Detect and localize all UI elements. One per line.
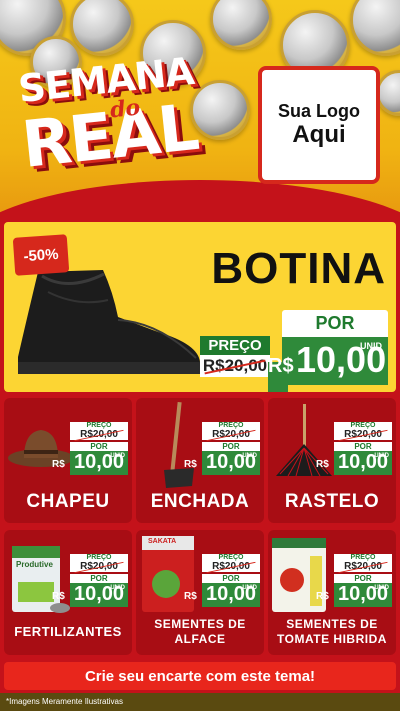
price-tag: PREÇO R$20,00 POR R$ 10,00 UNID — [52, 554, 128, 607]
price-tag: PREÇO R$20,00 POR R$ 10,00 UNID — [52, 422, 128, 475]
unit-label: UNID — [374, 453, 389, 459]
fertilizer-bag-image — [12, 546, 70, 613]
product-card-fertilizantes[interactable]: Produtive PREÇO R$20,00 POR R$ 10,00 UNI… — [4, 530, 132, 655]
por-label: POR — [202, 574, 260, 583]
featured-new-price-tag: POR R$ 10,00 UNID — [268, 310, 388, 385]
product-name: ENCHADA — [150, 491, 250, 512]
old-price: R$20,00 — [202, 429, 260, 440]
hero-bottom-curve — [0, 180, 400, 215]
unit-label: UNID — [242, 453, 257, 459]
rake-image — [276, 404, 332, 477]
price-tag: PREÇO R$20,00 POR R$ 10,00 UNID — [184, 422, 260, 475]
product-name-line2: ALFACE — [174, 632, 226, 646]
por-label: POR — [334, 442, 392, 451]
price-tag: PREÇO R$20,00 POR R$ 10,00 UNID — [316, 422, 392, 475]
product-name-line1: SEMENTES DE — [154, 617, 246, 631]
currency-symbol: R$ — [52, 459, 65, 470]
new-price-box: R$ 10,00 UNID — [184, 583, 260, 607]
new-price-box: R$ 10,00 UNID — [316, 451, 392, 475]
footer-disclaimer: *Imagens Meramente Ilustrativas — [0, 693, 400, 711]
currency-symbol: R$ — [52, 591, 65, 602]
product-name-line1: SEMENTES DE — [286, 617, 378, 631]
featured-product-card[interactable]: -50% BOTINA PREÇO R$20,00 POR R$ 10,00 U… — [4, 222, 396, 392]
logo-placeholder[interactable]: Sua Logo Aqui — [258, 66, 380, 184]
product-card-chapeu[interactable]: PREÇO R$20,00 POR R$ 10,00 UNID CHAPEU — [4, 398, 132, 523]
price-tag: PREÇO R$20,00 POR R$ 10,00 UNID — [184, 554, 260, 607]
unit-label: UNID — [360, 341, 382, 351]
boot-image — [18, 270, 200, 374]
package-brand: Produtive — [16, 560, 53, 569]
currency-symbol: R$ — [184, 459, 197, 470]
por-label: POR — [334, 574, 392, 583]
seed-packet-image — [142, 536, 194, 612]
product-name: CHAPEU — [26, 491, 110, 512]
new-price-box: R$ 10,00 UNID — [316, 583, 392, 607]
por-label: POR — [70, 442, 128, 451]
currency-symbol: R$ — [316, 591, 329, 602]
old-price: R$20,00 — [70, 429, 128, 440]
preco-label: PREÇO — [202, 422, 260, 429]
new-price-box: R$ 10,00 UNID — [52, 583, 128, 607]
product-name-line2: TOMATE HIBRIDA — [277, 632, 387, 646]
unit-label: UNID — [110, 453, 125, 459]
logo-line1: Sua Logo — [278, 100, 360, 121]
cta-banner[interactable]: Crie seu encarte com este tema! — [4, 662, 396, 690]
new-price-box: R$ 10,00 UNID — [268, 337, 388, 385]
coin-image — [350, 0, 400, 56]
old-price: R$20,00 — [200, 355, 270, 377]
old-price: R$20,00 — [70, 561, 128, 572]
seed-packet-image — [272, 538, 326, 612]
title-do: do — [108, 94, 142, 124]
product-name: RASTELO — [284, 491, 380, 512]
featured-product-name: BOTINA — [211, 244, 386, 293]
price-tag: PREÇO R$20,00 POR R$ 10,00 UNID — [316, 554, 392, 607]
product-card-rastelo[interactable]: PREÇO R$20,00 POR R$ 10,00 UNID RASTELO — [268, 398, 396, 523]
hero-banner: SEMANA REAL do Sua Logo Aqui — [0, 0, 400, 215]
old-price: R$20,00 — [202, 561, 260, 572]
product-name: SEMENTES DE TOMATE HIBRIDA — [268, 617, 396, 647]
product-card-enchada[interactable]: PREÇO R$20,00 POR R$ 10,00 UNID ENCHADA — [136, 398, 264, 523]
preco-label: PREÇO — [334, 554, 392, 561]
preco-label: PREÇO — [200, 336, 270, 355]
por-label: POR — [282, 310, 388, 337]
preco-label: PREÇO — [70, 554, 128, 561]
preco-label: PREÇO — [70, 422, 128, 429]
discount-badge: -50% — [12, 234, 70, 276]
unit-label: UNID — [110, 585, 125, 591]
logo-line2: Aqui — [292, 120, 346, 148]
coin-image — [190, 80, 250, 140]
coin-image — [210, 0, 272, 50]
por-label: POR — [70, 574, 128, 583]
product-card-sementes-tomate[interactable]: PREÇO R$20,00 POR R$ 10,00 UNID SEMENTES… — [268, 530, 396, 655]
preco-label: PREÇO — [202, 554, 260, 561]
coin-image — [70, 0, 134, 56]
package-brand: SAKATA — [148, 538, 177, 545]
currency-symbol: R$ — [268, 355, 294, 377]
old-price: R$20,00 — [334, 429, 392, 440]
unit-label: UNID — [242, 585, 257, 591]
preco-label: PREÇO — [334, 422, 392, 429]
currency-symbol: R$ — [316, 459, 329, 470]
por-label: POR — [202, 442, 260, 451]
product-card-sementes-alface[interactable]: SAKATA PREÇO R$20,00 POR R$ 10,00 UNID S… — [136, 530, 264, 655]
product-name: SEMENTES DE ALFACE — [136, 617, 264, 647]
new-price-box: R$ 10,00 UNID — [52, 451, 128, 475]
hoe-image — [164, 402, 194, 488]
new-price-box: R$ 10,00 UNID — [184, 451, 260, 475]
featured-old-price-tag: PREÇO R$20,00 — [200, 336, 270, 377]
product-name: FERTILIZANTES — [14, 624, 122, 639]
old-price: R$20,00 — [334, 561, 392, 572]
currency-symbol: R$ — [184, 591, 197, 602]
unit-label: UNID — [374, 585, 389, 591]
hat-image — [8, 430, 74, 467]
